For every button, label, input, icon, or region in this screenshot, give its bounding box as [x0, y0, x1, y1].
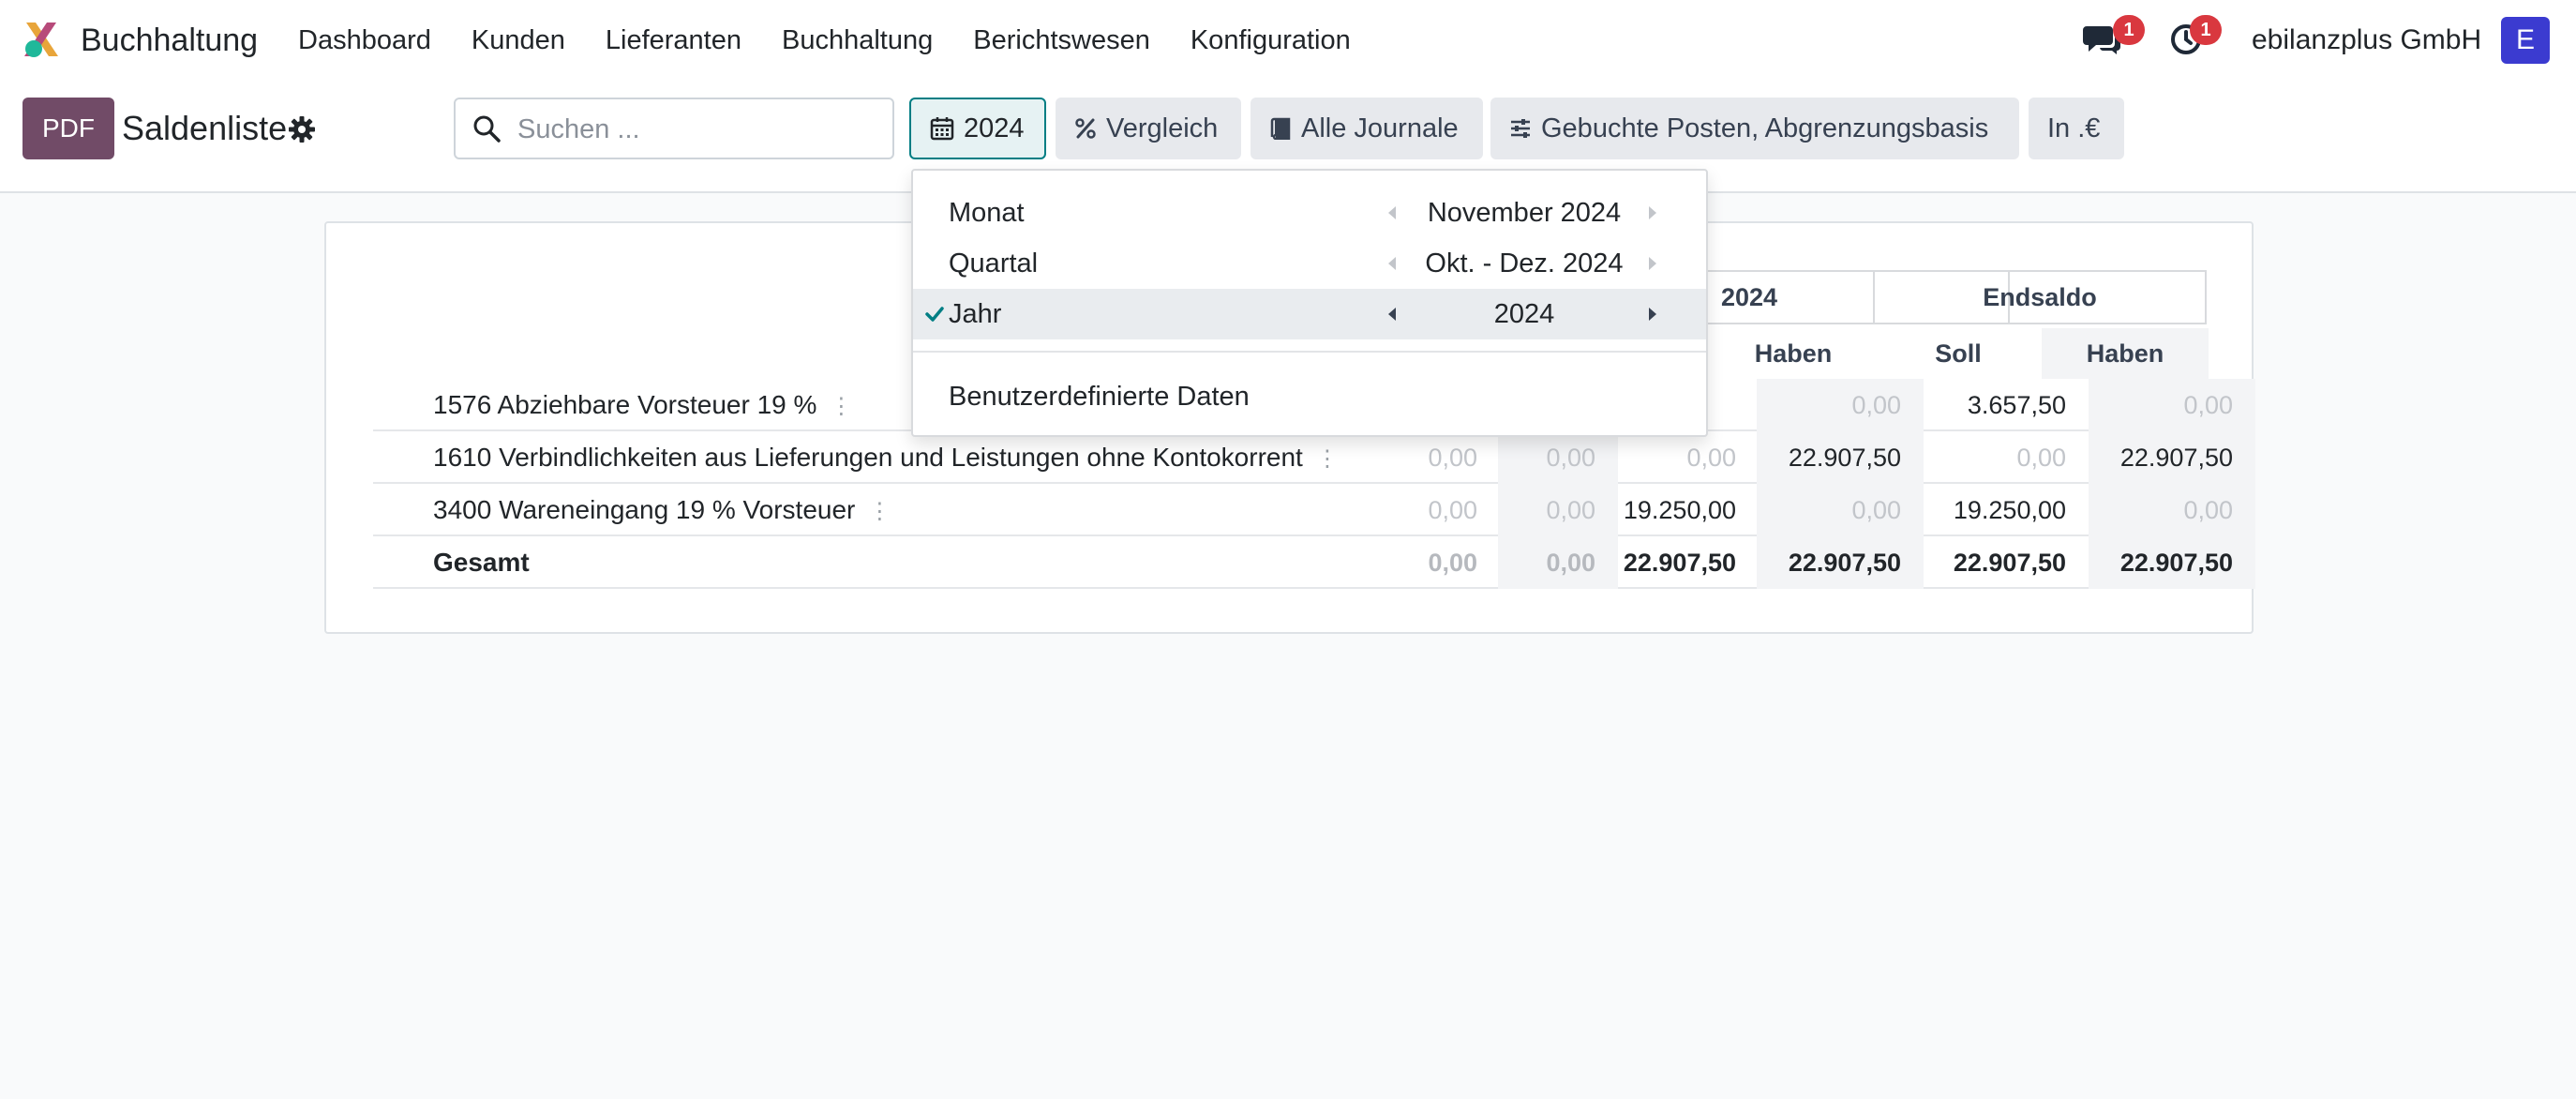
- book-icon: [1270, 117, 1291, 140]
- top-navbar: Buchhaltung Dashboard Kunden Lieferanten…: [0, 0, 2576, 81]
- end-balance-column-header: Endsaldo: [1873, 270, 2207, 324]
- value-cell: 19.250,00: [1953, 496, 2066, 524]
- search-input[interactable]: [517, 109, 883, 150]
- sliders-icon: [1511, 119, 1530, 138]
- menu-lieferanten[interactable]: Lieferanten: [606, 19, 741, 62]
- value-cell: 22.907,50: [2089, 431, 2255, 484]
- table-row[interactable]: 1610 Verbindlichkeiten aus Lieferungen u…: [373, 431, 2255, 486]
- menu-konfiguration[interactable]: Konfiguration: [1191, 19, 1351, 62]
- quarter-label: Quartal: [949, 248, 1039, 279]
- value-cell: 22.907,50: [1757, 431, 1924, 484]
- previous-year-icon[interactable]: [1385, 306, 1399, 323]
- search-box: [454, 98, 894, 159]
- next-quarter-icon[interactable]: [1646, 255, 1659, 272]
- value-cell: 0,00: [1757, 484, 1924, 536]
- total-cell: 22.907,50: [2089, 536, 2255, 589]
- value-cell: 0,00: [1428, 496, 1477, 524]
- header-end-haben: Haben: [2042, 328, 2209, 379]
- value-cell: 0,00: [1428, 444, 1477, 472]
- checkmark-icon: [925, 307, 944, 322]
- percent-icon: [1075, 118, 1096, 139]
- row-menu-icon[interactable]: ⋮: [830, 381, 852, 433]
- dropdown-item-month[interactable]: Monat November 2024: [913, 188, 1706, 238]
- total-label: Gesamt: [433, 548, 530, 577]
- year-value: 2024: [1493, 299, 1555, 329]
- currency-label: In .€: [2047, 113, 2101, 143]
- year-label: Jahr: [949, 299, 1002, 329]
- gear-icon[interactable]: [289, 116, 315, 143]
- accounting-app-icon[interactable]: [21, 19, 62, 60]
- dropdown-item-quarter[interactable]: Quartal Okt. - Dez. 2024: [913, 238, 1706, 289]
- options-button[interactable]: Gebuchte Posten, Abgrenzungsbasis: [1490, 98, 2019, 159]
- value-cell: 0,00: [2089, 379, 2255, 431]
- total-cell: 22.907,50: [1757, 536, 1924, 589]
- value-cell: 0,00: [1498, 431, 1618, 484]
- date-filter-button[interactable]: 2024: [909, 98, 1046, 159]
- user-avatar[interactable]: E: [2501, 17, 2550, 64]
- custom-dates-option[interactable]: Benutzerdefinierte Daten: [949, 375, 1250, 418]
- options-label: Gebuchte Posten, Abgrenzungsbasis: [1541, 113, 1989, 143]
- menu-dashboard[interactable]: Dashboard: [298, 19, 431, 62]
- row-menu-icon[interactable]: ⋮: [868, 486, 891, 538]
- search-icon: [473, 115, 501, 143]
- month-value: November 2024: [1427, 198, 1622, 228]
- value-cell: 0,00: [1686, 444, 1736, 472]
- value-cell: 0,00: [2016, 444, 2066, 472]
- page-title: Saldenliste: [122, 109, 288, 147]
- row-menu-icon[interactable]: ⋮: [1316, 433, 1339, 486]
- quarter-value: Okt. - Dez. 2024: [1425, 248, 1624, 279]
- menu-kunden[interactable]: Kunden: [472, 19, 565, 62]
- activity-badge: 1: [2190, 15, 2222, 45]
- header-haben: Haben: [1754, 339, 1833, 368]
- next-month-icon[interactable]: [1646, 204, 1659, 221]
- account-label[interactable]: 1576 Abziehbare Vorsteuer 19 % ⋮: [433, 379, 852, 433]
- menu-buchhaltung[interactable]: Buchhaltung: [782, 19, 933, 62]
- previous-month-icon[interactable]: [1385, 204, 1399, 221]
- calendar-icon: [930, 117, 954, 141]
- month-label: Monat: [949, 198, 1025, 228]
- value-cell: 0,00: [2089, 484, 2255, 536]
- table-row[interactable]: 3400 Wareneingang 19 % Vorsteuer ⋮ 0,00 0…: [373, 484, 2255, 538]
- total-cell: 22.907,50: [1623, 549, 1736, 577]
- app-name[interactable]: Buchhaltung: [81, 19, 258, 62]
- account-label[interactable]: 3400 Wareneingang 19 % Vorsteuer ⋮: [433, 484, 891, 538]
- total-cell: 22.907,50: [1953, 549, 2066, 577]
- company-switcher[interactable]: ebilanzplus GmbH: [2252, 19, 2481, 62]
- previous-quarter-icon[interactable]: [1385, 255, 1399, 272]
- currency-button[interactable]: In .€: [2029, 98, 2124, 159]
- next-year-icon[interactable]: [1646, 306, 1659, 323]
- total-cell: 0,00: [1428, 549, 1477, 577]
- comparison-button[interactable]: Vergleich: [1056, 98, 1241, 159]
- date-filter-label: 2024: [964, 113, 1025, 143]
- value-cell: 3.657,50: [1967, 391, 2066, 419]
- comparison-label: Vergleich: [1106, 113, 1219, 143]
- journals-label: Alle Journale: [1301, 113, 1459, 143]
- date-filter-dropdown: Monat November 2024 Quartal Okt. - Dez. …: [911, 169, 1708, 437]
- dropdown-item-year[interactable]: Jahr 2024: [913, 289, 1706, 339]
- value-cell: 19.250,00: [1623, 496, 1736, 524]
- pdf-export-button[interactable]: PDF: [22, 98, 114, 159]
- menu-berichtswesen[interactable]: Berichtswesen: [973, 19, 1150, 62]
- journals-button[interactable]: Alle Journale: [1251, 98, 1483, 159]
- chat-badge: 1: [2113, 15, 2145, 45]
- dropdown-divider: [913, 351, 1706, 353]
- main-menu: Dashboard Kunden Lieferanten Buchhaltung…: [298, 19, 1391, 62]
- total-row: Gesamt 0,00 0,00 22.907,50 22.907,50 22.…: [373, 536, 2255, 589]
- value-cell: 0,00: [1757, 379, 1924, 431]
- account-label[interactable]: 1610 Verbindlichkeiten aus Lieferungen u…: [433, 431, 1339, 486]
- header-end-soll: Soll: [1935, 339, 1982, 368]
